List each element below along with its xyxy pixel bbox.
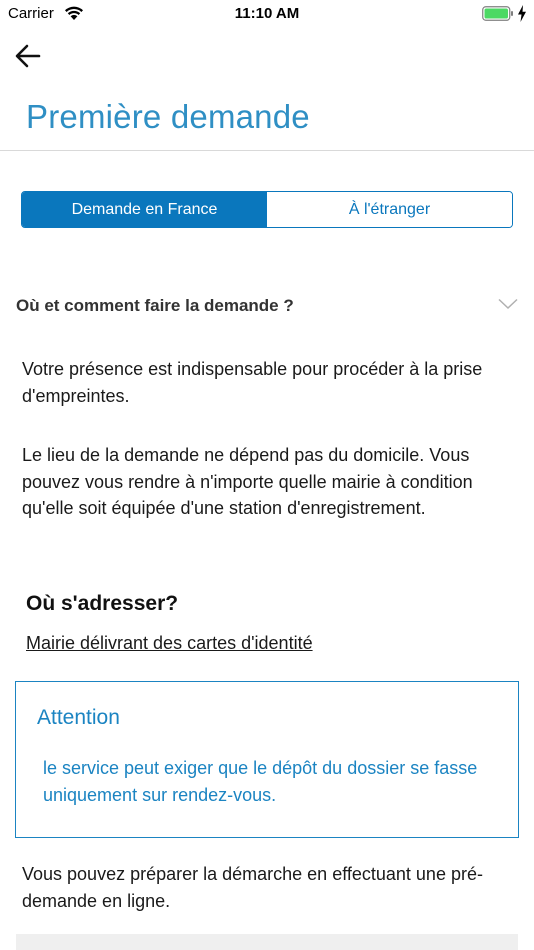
attention-box: Attention le service peut exiger que le … (15, 681, 519, 838)
page-title: Première demande (26, 98, 310, 135)
tab-demande-en-france[interactable]: Demande en France (22, 192, 267, 227)
chevron-down-icon (498, 298, 518, 310)
paragraph-location: Le lieu de la demande ne dépend pas du d… (22, 445, 473, 518)
paragraph-pre-demande: Vous pouvez préparer la démarche en effe… (22, 864, 483, 911)
status-time: 11:10 AM (234, 5, 300, 22)
charging-bolt-icon (518, 5, 526, 22)
status-bar: Carrier 11:10 AM (0, 0, 534, 28)
section-title: Où et comment faire la demande ? (16, 296, 294, 315)
back-button[interactable] (10, 38, 46, 74)
segmented-control: Demande en France À l'étranger (21, 191, 513, 228)
header-divider (0, 150, 534, 151)
attention-title: Attention (37, 706, 120, 729)
attention-text: le service peut exiger que le dépôt du d… (43, 758, 478, 805)
tab-a-l-etranger[interactable]: À l'étranger (267, 192, 512, 227)
arrow-left-icon (15, 44, 41, 68)
where-title: Où s'adresser? (26, 592, 179, 615)
battery-icon (482, 6, 513, 21)
paragraph-fingerprints: Votre présence est indispensable pour pr… (22, 359, 483, 406)
mairie-link[interactable]: Mairie délivrant des cartes d'identité (26, 633, 313, 654)
bottom-panel (16, 934, 518, 950)
accordion-header[interactable]: Où et comment faire la demande ? (16, 296, 522, 320)
